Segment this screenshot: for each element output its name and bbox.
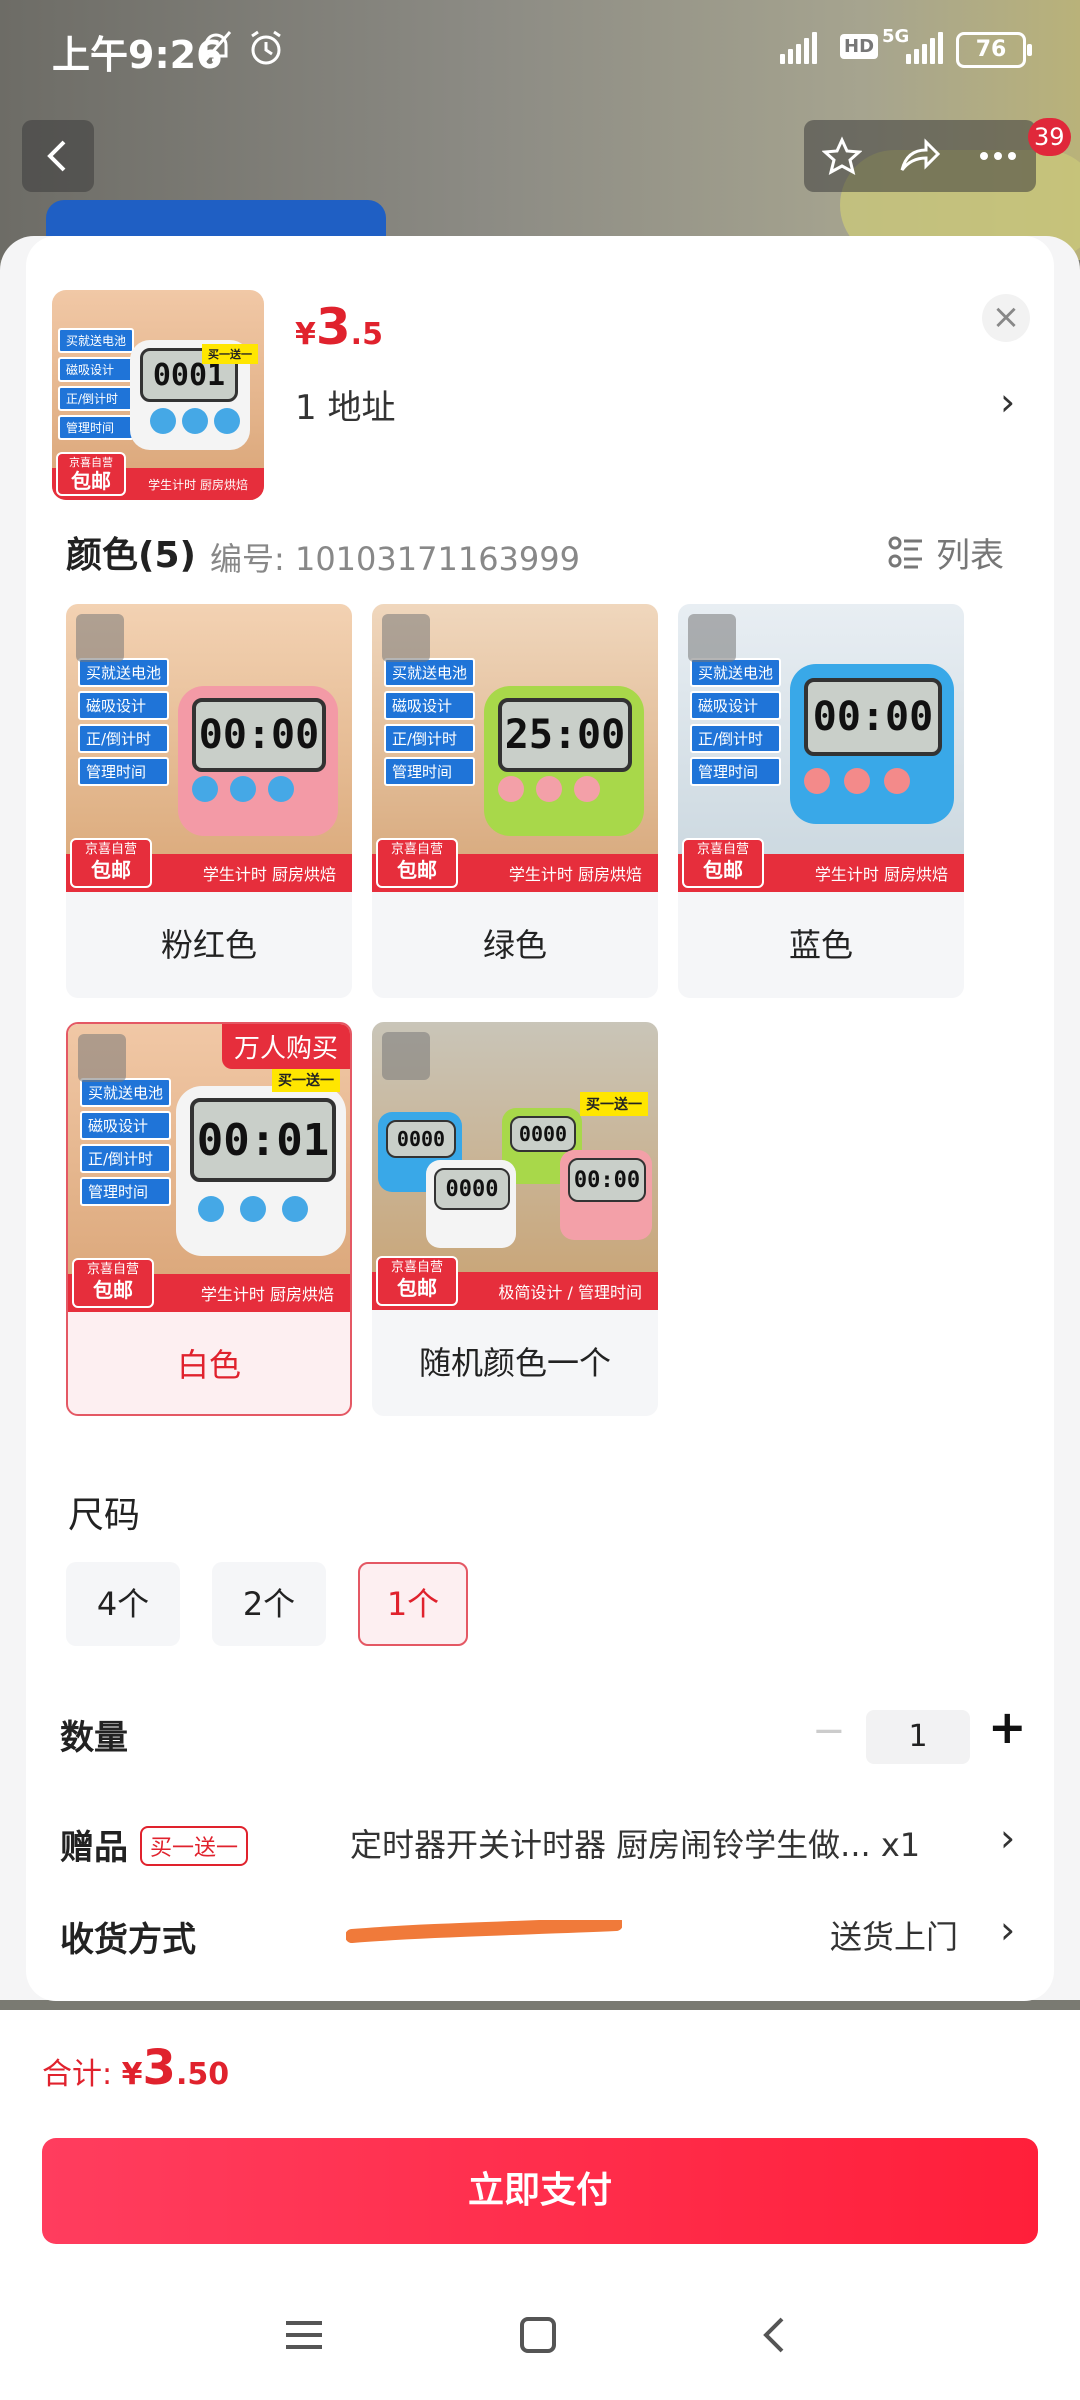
thumb-self-badge: 京喜自营 包邮: [56, 452, 126, 496]
address-chevron-icon[interactable]: ›: [1000, 380, 1015, 424]
quantity-label: 数量: [60, 1718, 128, 1758]
total-price: 合计: ¥3.50: [42, 2040, 230, 2096]
shipping-method[interactable]: 送货上门: [830, 1912, 958, 1958]
nav-back-icon[interactable]: [758, 2315, 788, 2359]
option-promo: 买一送一: [272, 1068, 340, 1092]
status-bar: 上午9:26 HD 5G 76: [0, 0, 1080, 100]
gift-chevron-icon[interactable]: ›: [1000, 1816, 1015, 1860]
back-arrow-icon: [47, 140, 66, 172]
option-tag: 磁吸设计: [384, 691, 476, 720]
option-self-badge: 京喜自营 包邮: [70, 838, 152, 888]
list-icon: [888, 536, 922, 568]
option-label: 白色: [176, 1346, 241, 1384]
list-label: 列表: [936, 536, 1004, 576]
close-icon: ×: [991, 297, 1021, 337]
option-tag: 磁吸设计: [78, 691, 170, 720]
option-tag: 管理时间: [80, 1177, 172, 1206]
option-tag: 正/倒计时: [78, 724, 170, 753]
option-image: 买就送电池 磁吸设计 正/倒计时 管理时间 00:01 买一送一 学生计时 厨房…: [68, 1024, 350, 1312]
option-tag: 管理时间: [78, 757, 170, 786]
option-tag: 买就送电池: [384, 658, 476, 687]
nav-home-icon[interactable]: [518, 2315, 558, 2359]
option-tag: 磁吸设计: [80, 1111, 172, 1140]
color-option-white[interactable]: 买就送电池 磁吸设计 正/倒计时 管理时间 00:01 买一送一 学生计时 厨房…: [66, 1022, 352, 1416]
battery-indicator: 76: [956, 32, 1032, 68]
product-thumbnail[interactable]: 买就送电池 磁吸设计 正/倒计时 管理时间 0001 买一送一 学生计时 厨房烘…: [52, 290, 264, 500]
color-option-random[interactable]: 0000 0000 0000 00:00 买一送一 极简设计 / 管理时间 京喜…: [372, 1022, 658, 1416]
option-tag: 正/倒计时: [690, 724, 782, 753]
option-tag: 管理时间: [690, 757, 782, 786]
zoom-icon[interactable]: [382, 614, 430, 662]
zoom-icon[interactable]: [382, 1032, 430, 1080]
option-label: 绿色: [482, 926, 547, 964]
option-self-badge: 京喜自营 包邮: [72, 1258, 154, 1308]
hd-badge: HD: [840, 34, 879, 59]
zoom-icon[interactable]: [688, 614, 736, 662]
pay-now-button[interactable]: 立即支付: [42, 2138, 1038, 2244]
color-option-green[interactable]: 买就送电池 磁吸设计 正/倒计时 管理时间 25:00 学生计时 厨房烘焙 京喜…: [372, 604, 658, 998]
gift-promo-tag: 买一送一: [140, 1826, 249, 1866]
product-price: ¥3.5: [295, 298, 383, 356]
top-actions: [804, 120, 1036, 192]
thumb-tag: 买就送电池: [58, 328, 135, 353]
color-section-title: 颜色(5): [66, 535, 196, 576]
signal-5g-icon: [900, 30, 944, 64]
option-self-badge: 京喜自营 包邮: [376, 838, 458, 888]
option-image: 买就送电池 磁吸设计 正/倒计时 管理时间 25:00 学生计时 厨房烘焙 京喜…: [372, 604, 658, 892]
gift-item[interactable]: 定时器开关计时器 厨房闹铃学生做... x1: [350, 1820, 990, 1866]
option-label: 蓝色: [788, 926, 853, 964]
thumb-tag: 磁吸设计: [58, 357, 135, 382]
status-time: 上午9:26: [52, 33, 223, 77]
gift-label: 赠品: [60, 1828, 128, 1868]
option-tag: 买就送电池: [690, 658, 782, 687]
thumb-tag: 管理时间: [58, 415, 135, 440]
hot-tag: 万人购买: [221, 1024, 350, 1069]
close-button[interactable]: ×: [982, 294, 1030, 342]
option-tag: 正/倒计时: [80, 1144, 172, 1173]
option-tag: 磁吸设计: [690, 691, 782, 720]
alarm-icon: [246, 28, 286, 72]
shipping-label: 收货方式: [60, 1920, 196, 1960]
option-label: 随机颜色一个: [418, 1344, 611, 1382]
option-self-badge: 京喜自营 包邮: [376, 1256, 458, 1306]
option-self-badge: 京喜自营 包邮: [682, 838, 764, 888]
quantity-decrease-button[interactable]: −: [812, 1708, 846, 1754]
size-section-title: 尺码: [68, 1495, 141, 1536]
option-tag: 正/倒计时: [384, 724, 476, 753]
color-option-blue[interactable]: 买就送电池 磁吸设计 正/倒计时 管理时间 00:00 学生计时 厨房烘焙 京喜…: [678, 604, 964, 998]
nav-menu-icon[interactable]: [284, 2315, 324, 2359]
redaction-scribble: [346, 1920, 622, 1943]
zoom-icon[interactable]: [78, 1034, 126, 1082]
option-tag: 买就送电池: [78, 658, 170, 687]
size-option-2[interactable]: 2个: [212, 1562, 326, 1646]
share-icon[interactable]: [898, 136, 942, 176]
thumb-promo: 买一送一: [202, 344, 258, 364]
message-count-badge: 39: [1028, 118, 1071, 156]
thumb-tag: 正/倒计时: [58, 386, 135, 411]
list-view-toggle[interactable]: 列表: [888, 528, 1004, 577]
mute-icon: [198, 28, 234, 72]
back-button[interactable]: [22, 120, 94, 192]
size-option-4[interactable]: 4个: [66, 1562, 180, 1646]
option-image: 0000 0000 0000 00:00 买一送一 极简设计 / 管理时间 京喜…: [372, 1022, 658, 1310]
option-tag: 买就送电池: [80, 1078, 172, 1107]
more-icon[interactable]: [978, 150, 1018, 162]
option-image: 买就送电池 磁吸设计 正/倒计时 管理时间 00:00 学生计时 厨房烘焙 京喜…: [678, 604, 964, 892]
product-code: 编号: 10103171163999: [210, 540, 580, 578]
signal-icon: [780, 30, 824, 64]
size-option-1[interactable]: 1个: [358, 1562, 468, 1646]
color-option-pink[interactable]: 买就送电池 磁吸设计 正/倒计时 管理时间 00:00 学生计时 厨房烘焙 京喜…: [66, 604, 352, 998]
quantity-input[interactable]: 1: [866, 1710, 970, 1764]
zoom-icon[interactable]: [76, 614, 124, 662]
address-selector[interactable]: 1 地址: [295, 380, 395, 429]
option-image: 买就送电池 磁吸设计 正/倒计时 管理时间 00:00 学生计时 厨房烘焙 京喜…: [66, 604, 352, 892]
option-promo: 买一送一: [580, 1092, 648, 1116]
option-tag: 管理时间: [384, 757, 476, 786]
option-label: 粉红色: [160, 926, 257, 964]
shipping-chevron-icon[interactable]: ›: [1000, 1908, 1015, 1952]
favorite-star-icon[interactable]: [822, 136, 862, 176]
quantity-increase-button[interactable]: +: [988, 1700, 1027, 1754]
